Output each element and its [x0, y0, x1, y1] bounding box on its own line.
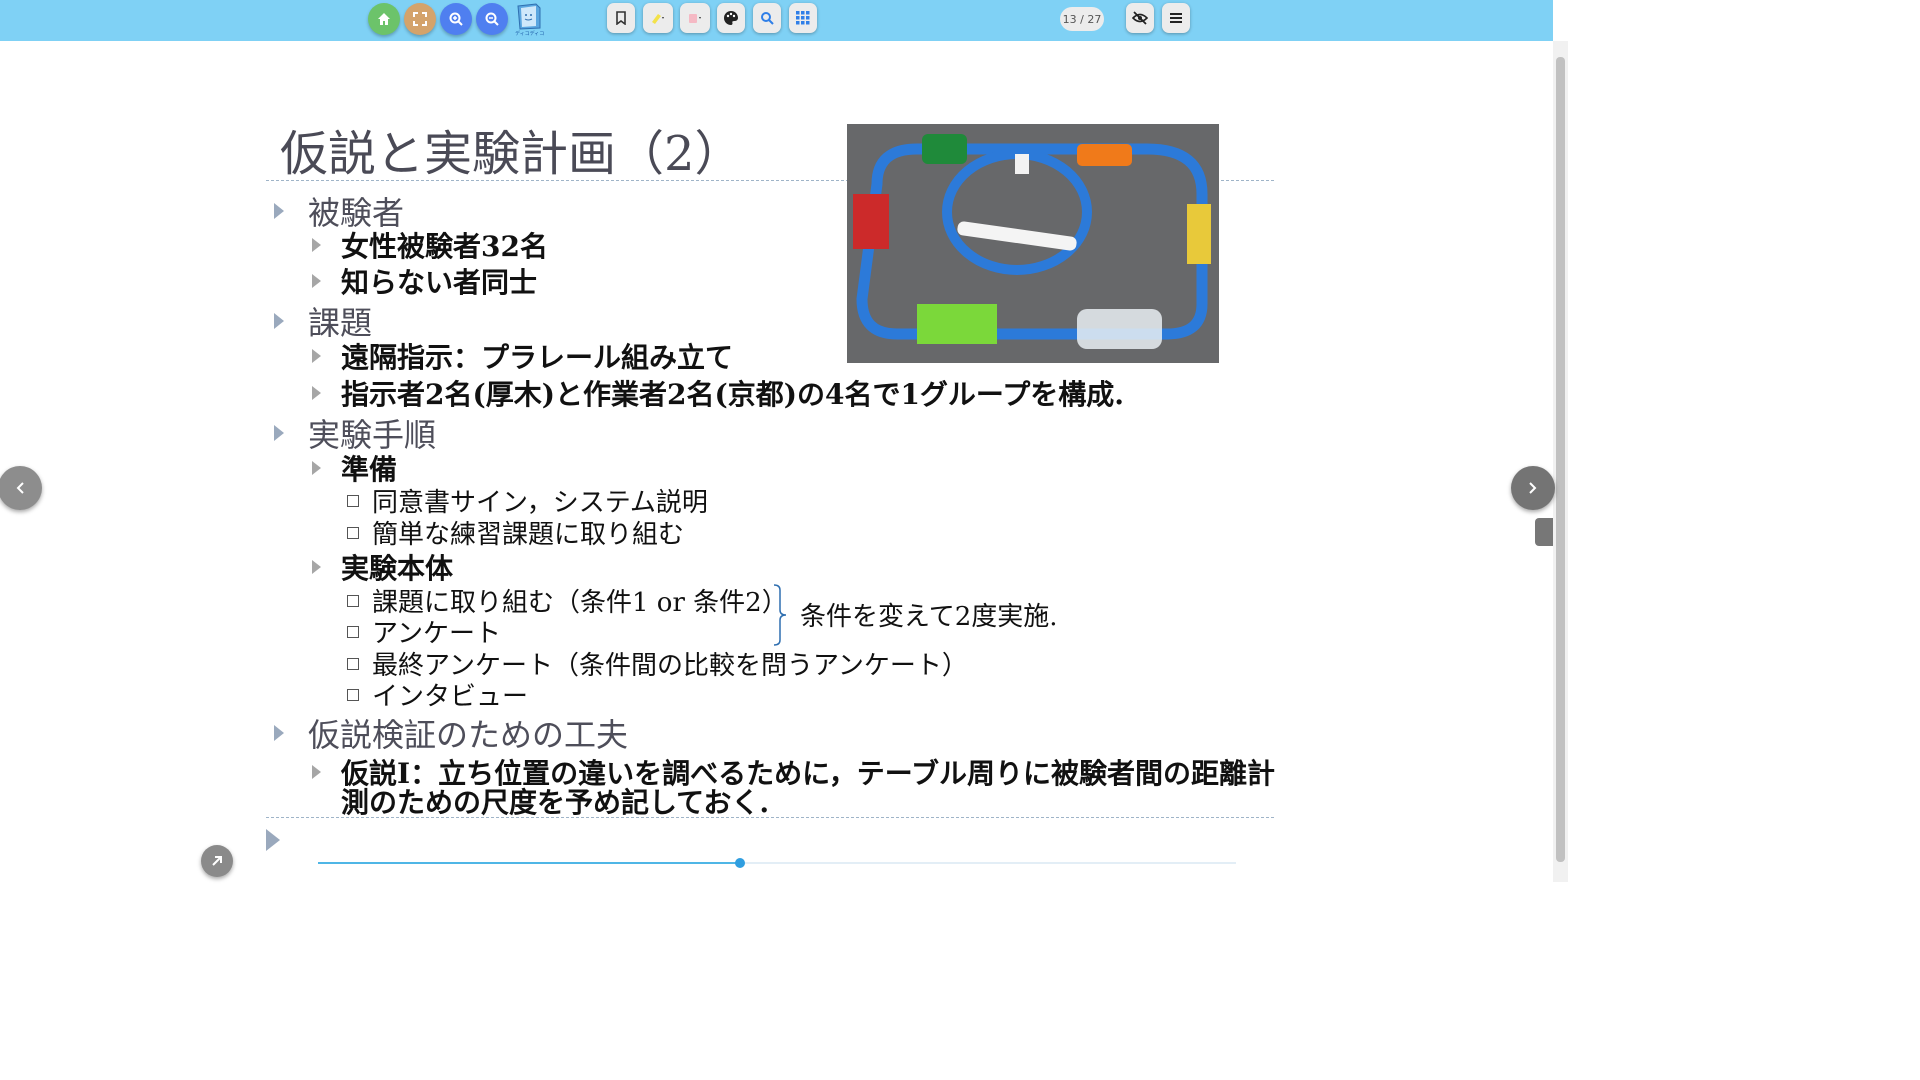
- highlighter-button[interactable]: [643, 3, 673, 33]
- bullet-triangle-icon: [312, 461, 321, 475]
- bullet-triangle-icon: [274, 725, 284, 741]
- toolbar: ディコディコ 13 / 27: [0, 0, 1553, 41]
- footer-triangle-icon: [266, 829, 280, 851]
- list-item: 指示者2名(厚木)と作業者2名(京都)の4名で1グループを構成.: [312, 373, 1124, 413]
- list-item-continuation: 測のための尺度を予め記しておく.: [341, 786, 770, 819]
- bracket-note: 条件を変えて2度実施.: [800, 602, 1058, 632]
- bullet-triangle-icon: [312, 560, 321, 574]
- search-button[interactable]: [753, 3, 781, 33]
- list-item-text: 指示者2名(厚木)と作業者2名(京都)の4名で1グループを構成.: [341, 378, 1124, 411]
- list-item-text: 簡単な練習課題に取り組む: [372, 520, 685, 550]
- fullscreen-button[interactable]: [404, 3, 436, 35]
- list-item-text: 遠隔指示：プラレール組み立て: [341, 341, 734, 374]
- scrollbar-thumb[interactable]: [1556, 57, 1565, 862]
- arrow-up-right-icon: [212, 856, 222, 866]
- list-item: インタビュー: [347, 676, 528, 713]
- grid-view-button[interactable]: [789, 3, 817, 33]
- list-item: 知らない者同士: [312, 261, 537, 301]
- hide-toolbar-button[interactable]: [1126, 3, 1154, 33]
- train-layout-photo: [847, 124, 1219, 363]
- app-logo: ディコディコ: [514, 2, 544, 38]
- section-heading-text: 仮説検証のための工夫: [308, 716, 629, 754]
- menu-button[interactable]: [1162, 3, 1190, 33]
- list-item-text: 女性被験者32名: [341, 230, 548, 263]
- bullet-triangle-icon: [274, 203, 284, 219]
- bookmark-button[interactable]: [607, 3, 635, 33]
- zoom-in-button[interactable]: [440, 3, 472, 35]
- section-heading: 仮説検証のための工夫: [274, 710, 628, 756]
- search-icon: [761, 12, 774, 25]
- checkbox-bullet-icon: [347, 594, 359, 607]
- home-button[interactable]: [368, 3, 400, 35]
- vertical-scrollbar[interactable]: [1553, 41, 1568, 882]
- grid-icon: [796, 11, 810, 25]
- slider-knob[interactable]: [735, 858, 746, 868]
- checkbox-bullet-icon: [347, 494, 359, 507]
- eye-off-icon: [1132, 11, 1148, 25]
- bullet-triangle-icon: [312, 349, 321, 363]
- bullet-triangle-icon: [274, 313, 284, 329]
- subgroup-label-text: 実験本体: [341, 552, 454, 585]
- bracket-icon: [773, 584, 787, 646]
- list-item: 遠隔指示：プラレール組み立て: [312, 336, 733, 376]
- bullet-triangle-icon: [274, 425, 284, 441]
- eraser-button[interactable]: [680, 3, 710, 33]
- bullet-triangle-icon: [312, 386, 321, 400]
- bullet-triangle-icon: [312, 238, 321, 252]
- checkbox-bullet-icon: [347, 657, 359, 670]
- bookmark-icon: [616, 11, 626, 25]
- slide-title: 仮説と実験計画（2）: [280, 126, 743, 182]
- checkbox-bullet-icon: [347, 625, 359, 638]
- zoom-out-icon: [485, 12, 499, 26]
- previous-page-button[interactable]: [0, 466, 42, 510]
- zoom-out-button[interactable]: [476, 3, 508, 35]
- chevron-right-icon: [1529, 482, 1537, 494]
- page-indicator: 13 / 27: [1060, 7, 1104, 31]
- eraser-icon: [689, 14, 701, 23]
- slider-fill: [318, 862, 741, 864]
- palette-button[interactable]: [717, 3, 745, 33]
- fullscreen-icon: [413, 12, 427, 26]
- bullet-triangle-icon: [312, 765, 321, 779]
- book-logo-icon: [517, 3, 541, 30]
- page-slider[interactable]: [318, 858, 1236, 868]
- list-item: 簡単な練習課題に取り組む: [347, 514, 684, 551]
- checkbox-bullet-icon: [347, 688, 359, 701]
- zoom-in-icon: [449, 12, 463, 26]
- highlighter-icon: [652, 14, 664, 24]
- list-item-text: インタビュー: [372, 682, 529, 712]
- list-item: 女性被験者32名: [312, 225, 548, 265]
- app-logo-text: ディコディコ: [515, 31, 545, 37]
- expand-button[interactable]: [201, 845, 233, 877]
- side-tab[interactable]: [1535, 518, 1553, 546]
- chevron-left-icon: [16, 482, 24, 494]
- home-icon: [378, 13, 390, 25]
- list-item-text: 知らない者同士: [341, 266, 538, 299]
- subgroup-label: 実験本体: [312, 547, 453, 587]
- checkbox-bullet-icon: [347, 526, 359, 539]
- bullet-triangle-icon: [312, 274, 321, 288]
- menu-icon: [1170, 13, 1182, 23]
- palette-icon: [724, 11, 738, 25]
- footer-divider: [266, 817, 1274, 818]
- next-page-button[interactable]: [1511, 466, 1555, 510]
